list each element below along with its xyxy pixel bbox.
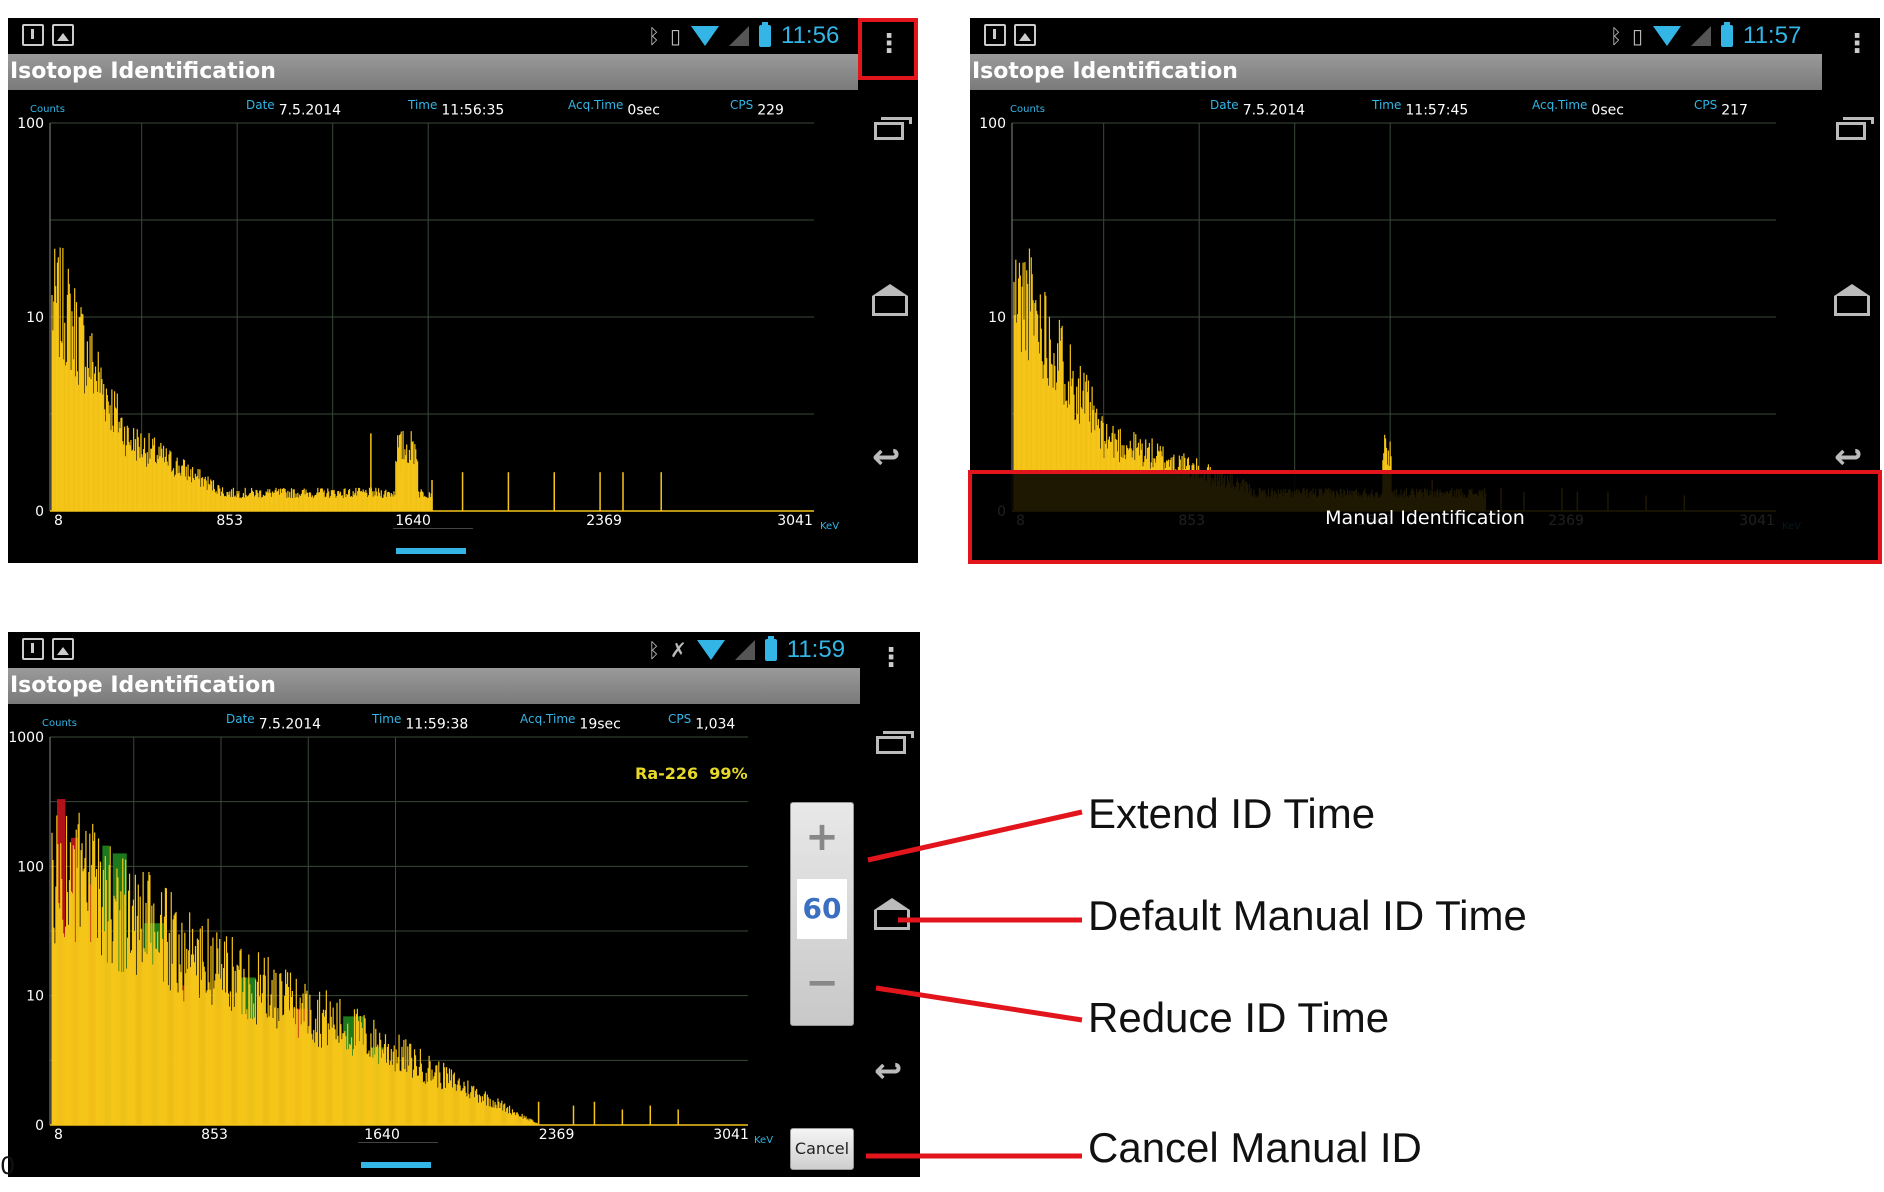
leader-reduce bbox=[875, 985, 1083, 1023]
annotation-default: Default Manual ID Time bbox=[1088, 892, 1527, 939]
stray-character: 0 bbox=[0, 1152, 16, 1180]
annotation-leaders bbox=[866, 809, 1083, 1159]
annotation-extend: Extend ID Time bbox=[1088, 790, 1376, 837]
annotation-cancel: Cancel Manual ID bbox=[1088, 1124, 1422, 1171]
leader-extend bbox=[867, 809, 1083, 863]
annotation-reduce: Reduce ID Time bbox=[1088, 994, 1390, 1041]
